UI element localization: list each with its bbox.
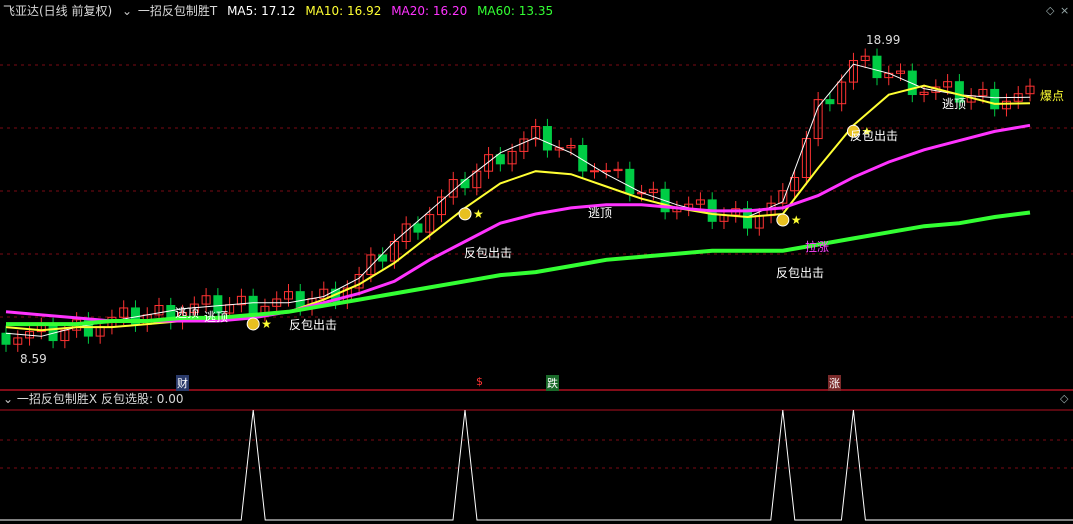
explode-label: 爆点 [1040, 89, 1065, 103]
chevron-down-icon[interactable]: ⌄ [122, 4, 132, 18]
candle-body [495, 154, 505, 165]
candle-body [872, 55, 882, 79]
low-price-label: 8.59 [20, 352, 47, 366]
counter-attack-label: 反包出击 [850, 129, 899, 143]
ma60-value: MA60: 13.35 [477, 4, 554, 18]
counter-attack-label: 反包出击 [464, 246, 513, 260]
indicator-name[interactable]: 一招反包制胜T [138, 4, 217, 18]
event-tag-finance[interactable]: 财 [176, 375, 189, 391]
candle-body [378, 254, 388, 262]
star-icon: ★ [791, 213, 802, 227]
stock-chart-canvas[interactable]: ★★ ★★ [0, 0, 1073, 524]
candle-body [1, 332, 11, 345]
sub-indicator-name[interactable]: 一招反包制胜X [17, 392, 97, 406]
main-panel-header: 飞亚达(日线 前复权) ⌄ 一招反包制胜T MA5: 17.12 MA10: 1… [0, 0, 1073, 22]
event-tag-fall[interactable]: 跌 [546, 375, 559, 391]
candlestick-series [1, 48, 1035, 352]
panel-close-icon[interactable]: × [1060, 4, 1069, 17]
sub-indicator-value: 反包选股: 0.00 [100, 392, 184, 406]
ma10-value: MA10: 16.92 [305, 4, 382, 18]
escape-top-label: 逃顶 [175, 306, 200, 320]
event-tag-rise[interactable]: 涨 [828, 375, 841, 391]
money-bag-icon [458, 207, 472, 221]
candle-body [825, 99, 835, 105]
signal-line-path [0, 409, 1073, 521]
escape-top-label: 逃顶 [588, 206, 613, 220]
counter-attack-label: 反包出击 [776, 266, 825, 280]
pull-up-label: 拉涨 [805, 240, 830, 254]
ma20-value: MA20: 16.20 [391, 4, 468, 18]
money-bag-icon [246, 317, 260, 331]
star-icon: ★ [261, 317, 272, 331]
signal-line [0, 409, 1073, 521]
sub-panel-config-icon[interactable]: ◇ [1060, 392, 1068, 405]
ma-line [5, 84, 1031, 332]
chevron-down-icon[interactable]: ⌄ [3, 392, 13, 406]
moving-average-lines [5, 63, 1031, 337]
star-icon: ★ [473, 207, 484, 221]
ma5-value: MA5: 17.12 [227, 4, 296, 18]
ma-line [5, 123, 1031, 323]
candle-body [625, 168, 635, 195]
candle-body [601, 170, 611, 173]
candle-body [542, 126, 552, 151]
ma-line [6, 210, 1031, 327]
high-price-label: 18.99 [866, 33, 901, 47]
candle-body [590, 170, 600, 173]
escape-top-label: 逃顶 [942, 97, 967, 111]
candle-body [248, 295, 258, 315]
stock-title: 飞亚达(日线 前复权) [3, 4, 113, 18]
counter-attack-label: 反包出击 [289, 318, 338, 332]
money-bag-icon [776, 213, 790, 227]
escape-top-label: 逃顶 [204, 310, 229, 324]
panel-minimize-icon[interactable]: ◇ [1046, 4, 1054, 17]
candle-body [413, 223, 423, 233]
event-tag-dollar[interactable]: $ [476, 375, 483, 388]
candle-body [990, 88, 1000, 110]
sub-panel-header: ⌄ 一招反包制胜X 反包选股: 0.00 [0, 389, 1073, 409]
